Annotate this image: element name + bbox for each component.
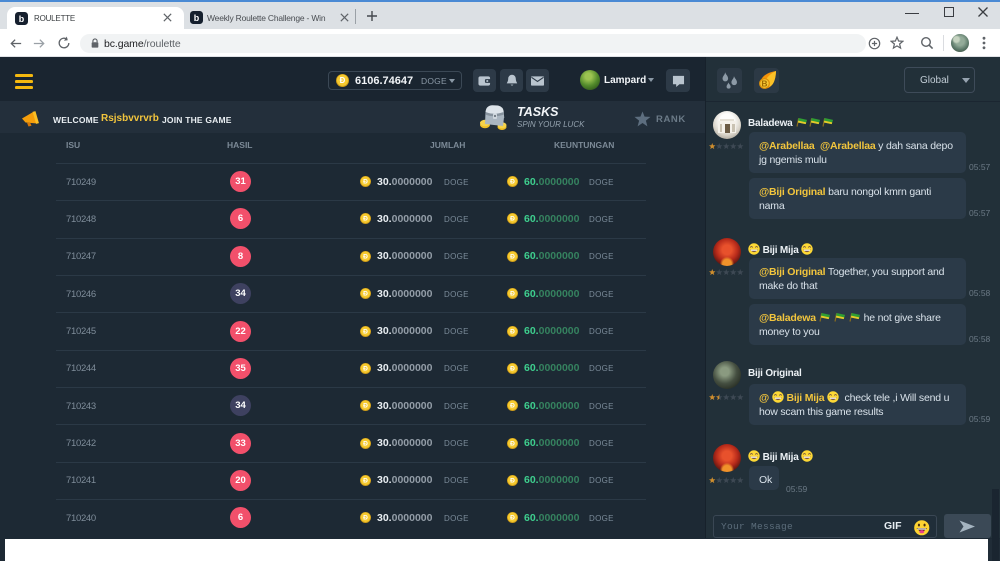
svg-text:Đ: Đ bbox=[510, 515, 515, 522]
svg-text:Đ: Đ bbox=[363, 440, 368, 447]
svg-text:b: b bbox=[194, 13, 200, 23]
svg-text:Đ: Đ bbox=[363, 253, 368, 260]
svg-text:Đ: Đ bbox=[363, 365, 368, 372]
svg-text:Đ: Đ bbox=[363, 328, 368, 335]
svg-text:Đ: Đ bbox=[363, 477, 368, 484]
svg-text:Đ: Đ bbox=[510, 403, 515, 410]
svg-text:Đ: Đ bbox=[510, 328, 515, 335]
svg-text:Đ: Đ bbox=[363, 403, 368, 410]
svg-text:Đ: Đ bbox=[340, 76, 346, 85]
svg-text:Đ: Đ bbox=[510, 291, 515, 298]
svg-text:Đ: Đ bbox=[363, 291, 368, 298]
svg-text:Đ: Đ bbox=[510, 365, 515, 372]
svg-text:Đ: Đ bbox=[363, 179, 368, 186]
svg-text:Đ: Đ bbox=[363, 216, 368, 223]
svg-text:Đ: Đ bbox=[363, 515, 368, 522]
svg-text:Đ: Đ bbox=[510, 253, 515, 260]
svg-text:B: B bbox=[761, 79, 767, 89]
svg-text:Đ: Đ bbox=[510, 216, 515, 223]
svg-text:Đ: Đ bbox=[510, 440, 515, 447]
svg-text:b: b bbox=[19, 14, 25, 24]
svg-text:Đ: Đ bbox=[510, 477, 515, 484]
svg-text:Đ: Đ bbox=[510, 179, 515, 186]
